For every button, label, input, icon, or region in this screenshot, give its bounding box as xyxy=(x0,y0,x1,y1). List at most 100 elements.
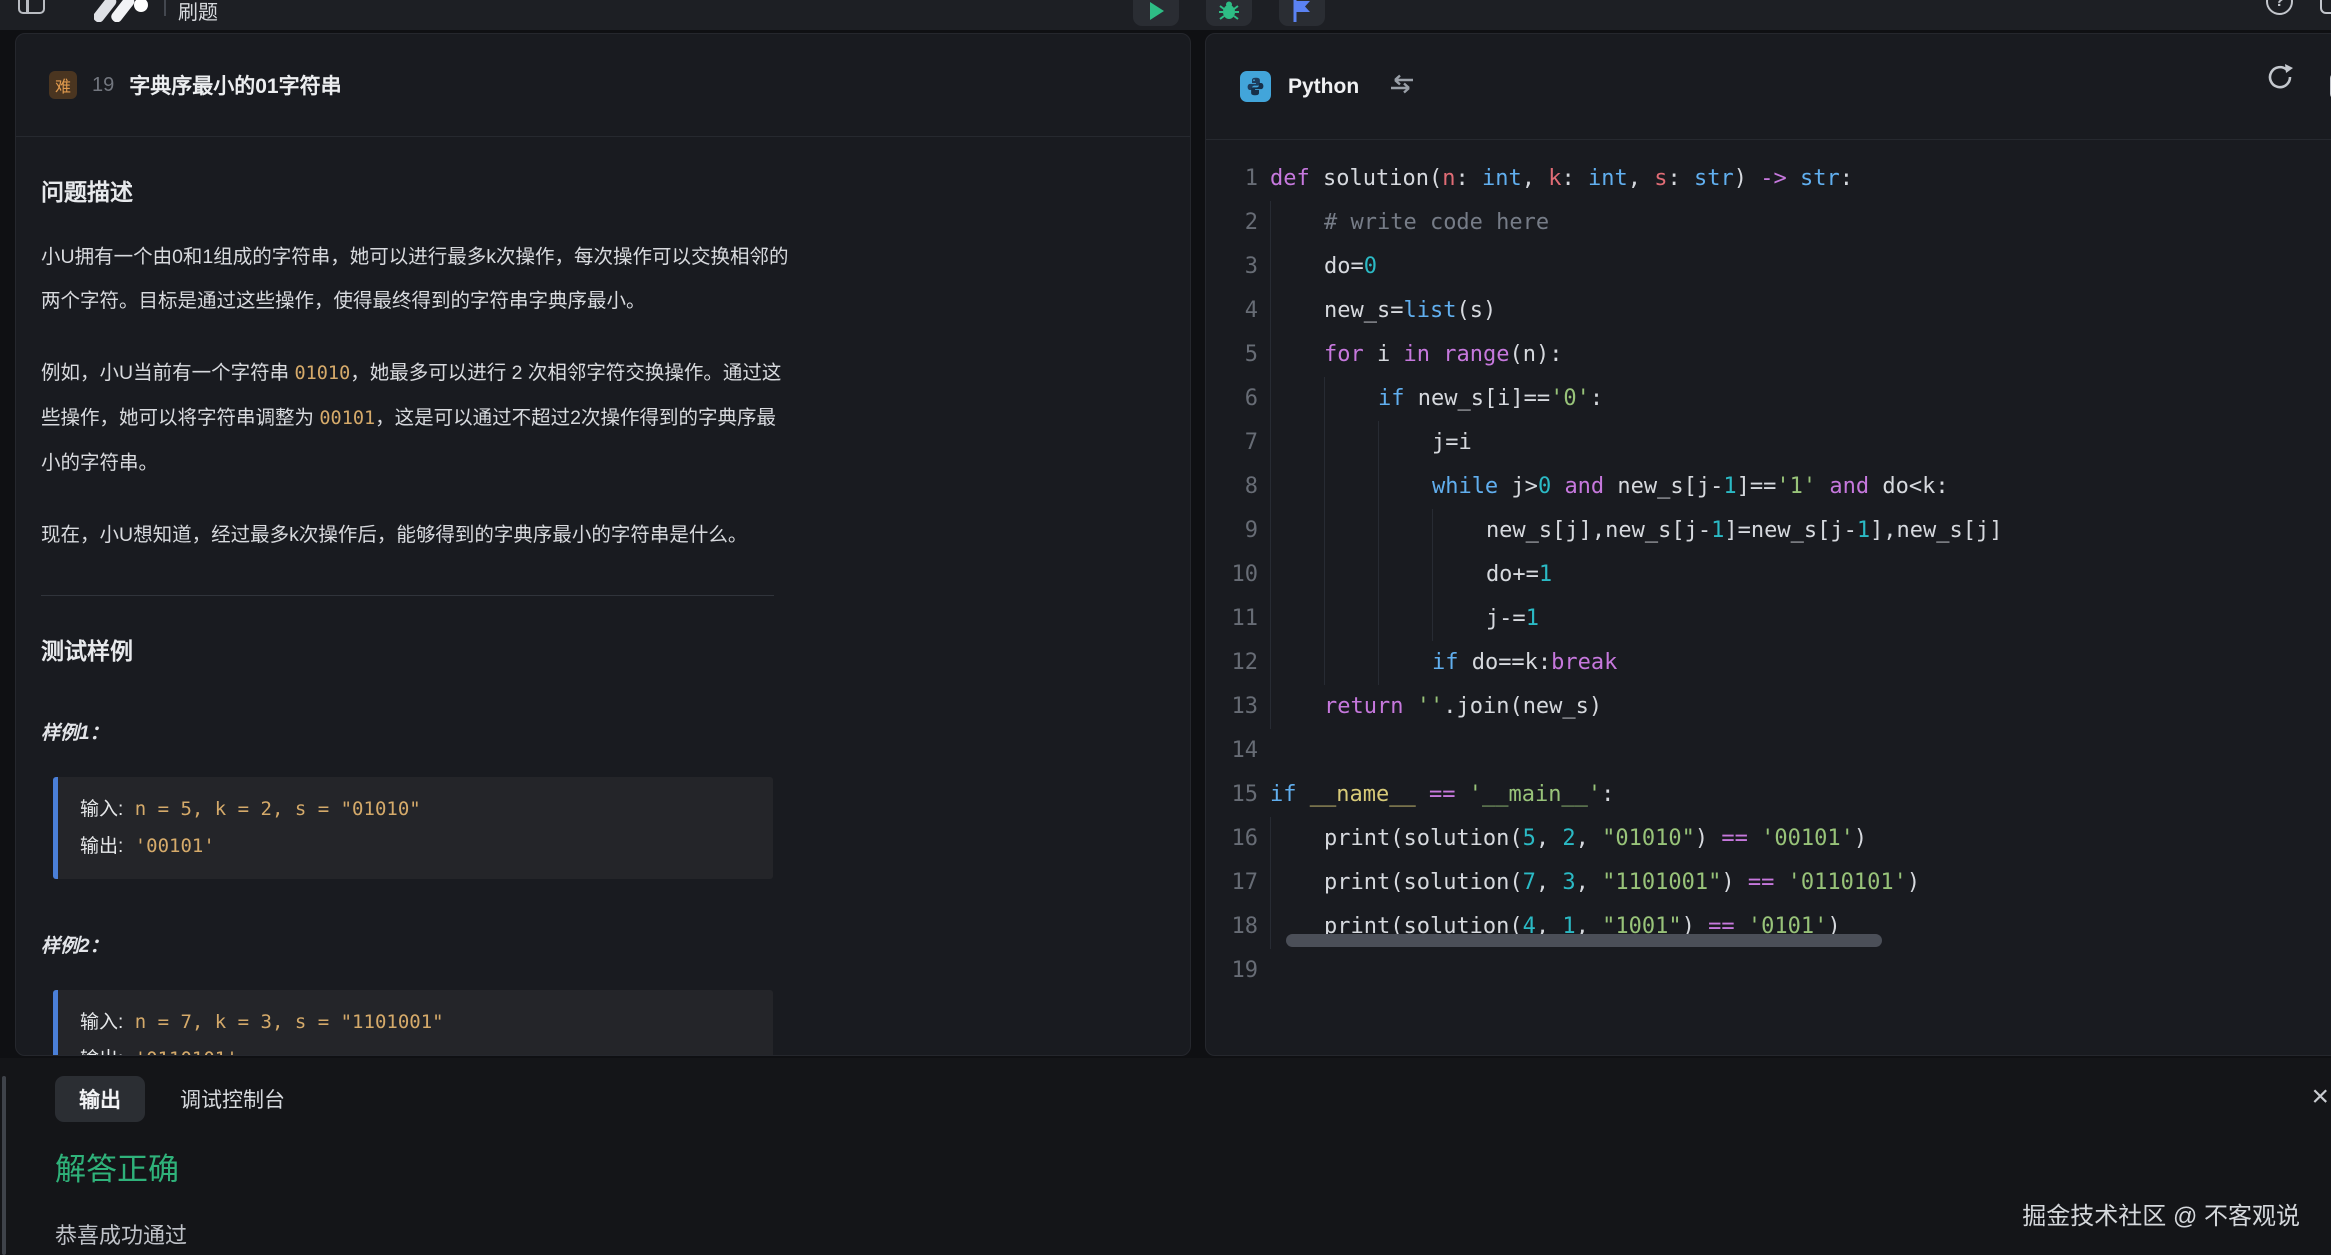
code-token: 0 xyxy=(1538,474,1551,499)
code-token: -> xyxy=(1760,166,1787,191)
close-icon[interactable]: × xyxy=(2311,1082,2329,1112)
line-content: # write code here xyxy=(1270,210,1549,235)
code-line[interactable]: 4 new_s=list(s) xyxy=(1206,289,2331,333)
line-number: 14 xyxy=(1206,729,1258,773)
code-line[interactable]: 3 do=0 xyxy=(1206,245,2331,289)
code-line[interactable]: 5 for i in range(n): xyxy=(1206,333,2331,377)
code-token: ],new_s[j] xyxy=(1870,518,2002,543)
code-token: return xyxy=(1324,694,1403,719)
code-line[interactable]: 6 if new_s[i]=='0': xyxy=(1206,377,2331,421)
code-token: int xyxy=(1588,166,1628,191)
code-area[interactable]: 1def solution(n: int, k: int, s: str) ->… xyxy=(1206,140,2331,993)
line-content: while j>0 and new_s[j-1]=='1' and do<k: xyxy=(1270,474,1949,499)
code-token: j-= xyxy=(1486,606,1526,631)
code-token: : xyxy=(1561,166,1588,191)
code-token: solution( xyxy=(1323,166,1442,191)
indent-guide xyxy=(1324,421,1378,465)
code-token: , xyxy=(1536,826,1563,851)
refresh-icon[interactable] xyxy=(2265,62,2295,97)
output-scrollbar[interactable] xyxy=(2,1076,6,1255)
io-value: '00101' xyxy=(123,835,215,857)
code-token: n xyxy=(1442,166,1455,191)
python-icon xyxy=(1240,71,1271,102)
code-token xyxy=(1551,474,1564,499)
sample-io-line: 输出: '0110101' xyxy=(80,1041,751,1056)
code-token: ) xyxy=(1907,870,1920,895)
topbar-edge-icon[interactable] xyxy=(2320,0,2331,14)
difficulty-badge: 难 xyxy=(49,71,77,99)
code-line[interactable]: 14 xyxy=(1206,729,2331,773)
code-token: 3 xyxy=(1562,870,1575,895)
indent-guide xyxy=(1378,553,1432,597)
indent-guide xyxy=(1378,465,1432,509)
io-value: n = 5, k = 2, s = "01010" xyxy=(123,798,420,820)
line-content: if __name__ == '__main__': xyxy=(1270,782,1614,807)
paragraph-text: 小U拥有一个由0和1组成的字符串，她可以进行最多k次操作，每次操作可以交换相邻的… xyxy=(41,246,789,312)
submit-flag-icon xyxy=(1292,0,1312,22)
horizontal-scrollbar[interactable] xyxy=(1286,934,1882,947)
language-swap-icon[interactable] xyxy=(1389,74,1415,99)
submit-button[interactable] xyxy=(1279,0,1325,26)
code-token xyxy=(1748,826,1761,851)
sample-code-block: 输入: n = 5, k = 2, s = "01010"输出: '00101' xyxy=(53,777,773,879)
indent-guide xyxy=(1378,421,1432,465)
line-number: 6 xyxy=(1206,377,1258,421)
indent-guide xyxy=(1270,333,1324,377)
code-token: (s) xyxy=(1456,298,1496,323)
problem-title: 字典序最小的01字符串 xyxy=(129,70,341,100)
code-token: '' xyxy=(1417,694,1444,719)
code-token: ) xyxy=(1721,870,1748,895)
code-token: 2 xyxy=(1562,826,1575,851)
indent-guide xyxy=(1270,509,1324,553)
tab-output[interactable]: 输出 xyxy=(55,1076,145,1122)
sidebar-toggle-icon[interactable] xyxy=(18,0,45,14)
code-token: ) xyxy=(1695,826,1722,851)
paragraph-text: 现在，小U想知道，经过最多k次操作后，能够得到的字典序最小的字符串是什么。 xyxy=(41,524,747,546)
code-line[interactable]: 11 j-=1 xyxy=(1206,597,2331,641)
code-line[interactable]: 13 return ''.join(new_s) xyxy=(1206,685,2331,729)
indent-guide xyxy=(1324,641,1378,685)
indent-guide xyxy=(1324,377,1378,421)
code-token xyxy=(1297,782,1310,807)
code-token: (n): xyxy=(1509,342,1562,367)
code-token: in xyxy=(1403,342,1430,367)
code-line[interactable]: 1def solution(n: int, k: int, s: str) ->… xyxy=(1206,157,2331,201)
code-token: new_s[i]== xyxy=(1404,386,1550,411)
sample-io-line: 输出: '00101' xyxy=(80,828,751,865)
help-icon[interactable]: ? xyxy=(2266,0,2293,15)
indent-guide xyxy=(1378,597,1432,641)
code-line[interactable]: 9 new_s[j],new_s[j-1]=new_s[j-1],new_s[j… xyxy=(1206,509,2331,553)
run-button[interactable] xyxy=(1133,0,1179,26)
code-token: j> xyxy=(1498,474,1538,499)
editor-panel: Python 1def solution(n: int, k: int, s: … xyxy=(1205,33,2331,1056)
code-line[interactable]: 10 do+=1 xyxy=(1206,553,2331,597)
code-line[interactable]: 17 print(solution(7, 3, "1101001") == '0… xyxy=(1206,861,2331,905)
indent-guide xyxy=(1270,553,1324,597)
language-label[interactable]: Python xyxy=(1288,75,1359,99)
result-subtitle: 恭喜成功通过 xyxy=(55,1218,187,1250)
description-heading: 问题描述 xyxy=(41,173,1190,207)
code-token: "01010" xyxy=(1602,826,1695,851)
code-line[interactable]: 15if __name__ == '__main__': xyxy=(1206,773,2331,817)
line-number: 13 xyxy=(1206,685,1258,729)
tab-debug-console[interactable]: 调试控制台 xyxy=(180,1084,285,1114)
code-line[interactable]: 7 j=i xyxy=(1206,421,2331,465)
line-content: return ''.join(new_s) xyxy=(1270,694,1602,719)
indent-guide xyxy=(1432,597,1486,641)
indent-guide xyxy=(1324,465,1378,509)
indent-guide xyxy=(1270,861,1324,905)
code-line[interactable]: 16 print(solution(5, 2, "01010") == '001… xyxy=(1206,817,2331,861)
code-token: and xyxy=(1564,474,1604,499)
code-line[interactable]: 12 if do==k:break xyxy=(1206,641,2331,685)
code-line[interactable]: 8 while j>0 and new_s[j-1]=='1' and do<k… xyxy=(1206,465,2331,509)
code-token xyxy=(1787,166,1800,191)
line-number: 5 xyxy=(1206,333,1258,377)
indent-guide xyxy=(1270,685,1324,729)
juejin-logo-icon[interactable] xyxy=(94,0,152,27)
code-token: # write code here xyxy=(1324,210,1549,235)
code-line[interactable]: 2 # write code here xyxy=(1206,201,2331,245)
debug-button[interactable] xyxy=(1206,0,1252,26)
line-number: 12 xyxy=(1206,641,1258,685)
code-token xyxy=(1816,474,1829,499)
code-line[interactable]: 19 xyxy=(1206,949,2331,993)
